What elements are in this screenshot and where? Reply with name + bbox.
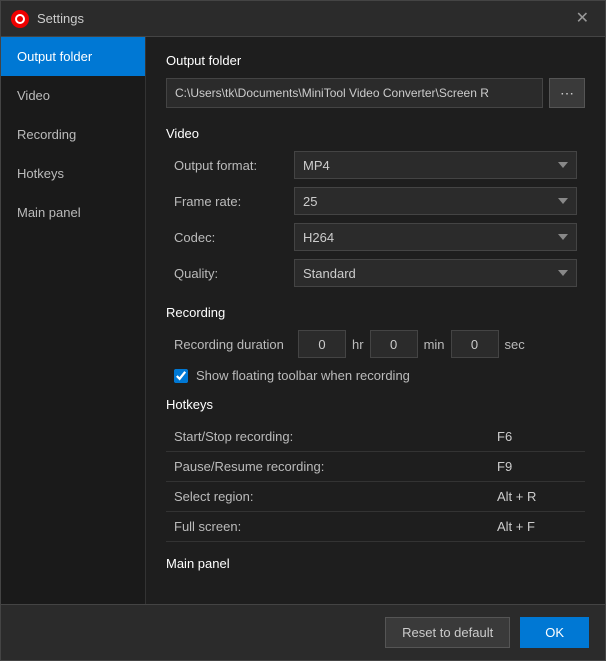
sidebar-item-output-folder[interactable]: Output folder	[1, 37, 145, 76]
hotkey-row-full-screen: Full screen: Alt + F	[166, 512, 585, 542]
min-unit: min	[424, 337, 445, 352]
quality-row: Quality: Standard	[166, 259, 585, 287]
sidebar-item-recording[interactable]: Recording	[1, 115, 145, 154]
hotkeys-section-title: Hotkeys	[166, 397, 585, 412]
close-button[interactable]: ✕	[570, 9, 595, 29]
output-format-select[interactable]: MP4	[294, 151, 577, 179]
duration-row: Recording duration hr min sec	[166, 330, 585, 358]
sidebar: Output folder Video Recording Hotkeys Ma…	[1, 37, 146, 604]
video-section-title: Video	[166, 126, 585, 141]
main-panel-section: Main panel	[166, 556, 585, 571]
hotkey-row-pause-resume: Pause/Resume recording: F9	[166, 452, 585, 482]
sidebar-item-hotkeys[interactable]: Hotkeys	[1, 154, 145, 193]
ok-button[interactable]: OK	[520, 617, 589, 648]
app-icon	[11, 10, 29, 28]
codec-label: Codec:	[174, 230, 294, 245]
sidebar-item-video[interactable]: Video	[1, 76, 145, 115]
codec-select[interactable]: H264	[294, 223, 577, 251]
browse-button[interactable]: ⋯	[549, 78, 585, 108]
sidebar-item-main-panel[interactable]: Main panel	[1, 193, 145, 232]
output-format-row: Output format: MP4	[166, 151, 585, 179]
titlebar-left: Settings	[11, 10, 84, 28]
quality-select[interactable]: Standard	[294, 259, 577, 287]
frame-rate-select[interactable]: 25	[294, 187, 577, 215]
full-screen-label: Full screen:	[174, 519, 497, 534]
content-area: Output folder Video Recording Hotkeys Ma…	[1, 37, 605, 604]
recording-section-title: Recording	[166, 305, 585, 320]
video-section: Video Output format: MP4 Frame rate: 25 …	[166, 126, 585, 287]
start-stop-value: F6	[497, 429, 577, 444]
full-screen-value: Alt + F	[497, 519, 577, 534]
pause-resume-label: Pause/Resume recording:	[174, 459, 497, 474]
duration-min-input[interactable]	[370, 330, 418, 358]
frame-rate-row: Frame rate: 25	[166, 187, 585, 215]
pause-resume-value: F9	[497, 459, 577, 474]
sec-unit: sec	[505, 337, 525, 352]
main-panel-area: Output folder ⋯ Video Output format: MP4	[146, 37, 605, 604]
duration-sec-input[interactable]	[451, 330, 499, 358]
folder-path-input[interactable]	[166, 78, 543, 108]
start-stop-label: Start/Stop recording:	[174, 429, 497, 444]
toolbar-checkbox-row: Show floating toolbar when recording	[166, 368, 585, 383]
footer: Reset to default OK	[1, 604, 605, 660]
duration-hr-input[interactable]	[298, 330, 346, 358]
hr-unit: hr	[352, 337, 364, 352]
reset-button[interactable]: Reset to default	[385, 617, 510, 648]
output-folder-section: Output folder ⋯	[166, 53, 585, 108]
recording-section: Recording Recording duration hr min sec …	[166, 305, 585, 383]
quality-label: Quality:	[174, 266, 294, 281]
folder-row: ⋯	[166, 78, 585, 108]
titlebar: Settings ✕	[1, 1, 605, 37]
output-format-label: Output format:	[174, 158, 294, 173]
output-folder-title: Output folder	[166, 53, 585, 68]
select-region-label: Select region:	[174, 489, 497, 504]
codec-row: Codec: H264	[166, 223, 585, 251]
duration-label: Recording duration	[174, 337, 294, 352]
main-panel-title: Main panel	[166, 556, 585, 571]
toolbar-checkbox[interactable]	[174, 369, 188, 383]
hotkeys-section: Hotkeys Start/Stop recording: F6 Pause/R…	[166, 397, 585, 542]
hotkey-row-start-stop: Start/Stop recording: F6	[166, 422, 585, 452]
select-region-value: Alt + R	[497, 489, 577, 504]
window-title: Settings	[37, 11, 84, 26]
frame-rate-label: Frame rate:	[174, 194, 294, 209]
hotkey-row-select-region: Select region: Alt + R	[166, 482, 585, 512]
browse-icon: ⋯	[560, 85, 574, 101]
toolbar-checkbox-label[interactable]: Show floating toolbar when recording	[196, 368, 410, 383]
settings-window: Settings ✕ Output folder Video Recording…	[0, 0, 606, 661]
